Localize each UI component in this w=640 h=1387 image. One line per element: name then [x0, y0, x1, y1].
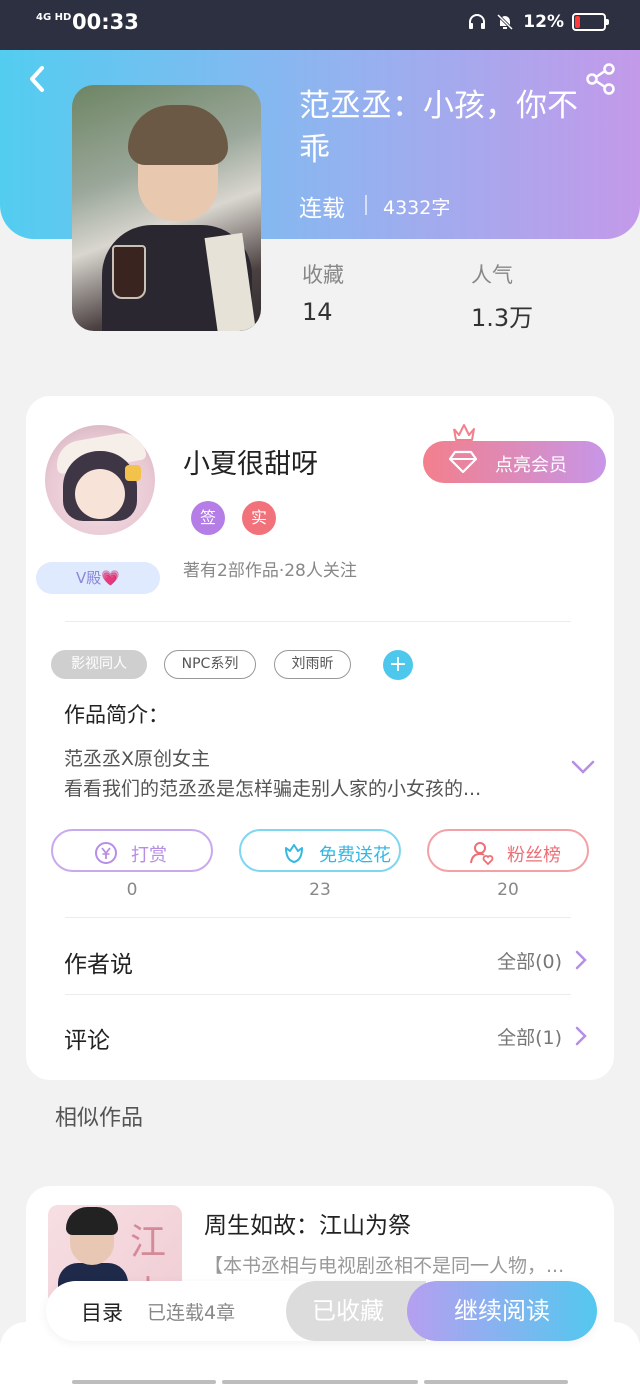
- status-bar: 4G HD 00:33 12%: [0, 0, 640, 50]
- crown-icon: [453, 424, 475, 441]
- nav-indicator: [424, 1380, 568, 1384]
- flower-icon: [285, 844, 303, 863]
- comments-title: 评论: [64, 1028, 110, 1054]
- book-title: 范丞丞：小孩，你不乖: [299, 88, 578, 168]
- free-flower-label: 免费送花: [319, 845, 391, 866]
- free-flower-button[interactable]: 免费送花: [239, 829, 401, 872]
- vip-button[interactable]: 点亮会员: [423, 441, 606, 483]
- chevron-down-icon[interactable]: [570, 758, 596, 776]
- word-count: 4332字: [383, 197, 451, 219]
- vip-button-label: 点亮会员: [495, 455, 567, 476]
- mute-bell-icon: [497, 13, 514, 31]
- continue-reading-button[interactable]: 继续阅读: [407, 1281, 597, 1341]
- fan-ranking-button[interactable]: 粉丝榜: [427, 829, 589, 872]
- similar-work-title[interactable]: 周生如故：江山为祭: [204, 1206, 411, 1240]
- divider: [65, 621, 571, 622]
- fan-count: 20: [497, 880, 519, 900]
- similar-work-desc: 【本书丞相与电视剧丞相不是同一人物，...: [204, 1255, 565, 1277]
- stat-value-popularity: 1.3万: [471, 304, 534, 332]
- diamond-icon: [449, 450, 477, 474]
- verified-badge: 实: [242, 501, 276, 535]
- chevron-right-icon: [575, 950, 587, 970]
- signed-badge: 签: [191, 501, 225, 535]
- collected-button[interactable]: 已收藏: [286, 1281, 426, 1341]
- divider: [65, 917, 571, 918]
- tag-chip[interactable]: 刘雨昕: [274, 650, 351, 679]
- battery-icon: [572, 13, 609, 31]
- intro-heading: 作品简介：: [64, 703, 169, 727]
- back-arrow-icon[interactable]: [20, 62, 54, 96]
- chevron-right-icon: [575, 1026, 587, 1046]
- divider: [65, 994, 571, 995]
- yen-icon: [95, 842, 117, 864]
- comments-all: 全部(1): [497, 1027, 562, 1049]
- author-avatar[interactable]: [45, 425, 155, 535]
- stat-label-popularity: 人气: [471, 263, 513, 287]
- book-status: 连载: [299, 196, 345, 222]
- intro-line: 范丞丞X原创女主: [64, 748, 211, 770]
- tip-button[interactable]: 打赏: [51, 829, 213, 872]
- author-notes-all: 全部(0): [497, 951, 562, 973]
- author-notes-row[interactable]: 作者说 全部(0): [26, 925, 614, 997]
- flower-count: 23: [309, 880, 331, 900]
- intro-line: 看看我们的范丞丞是怎样骗走别人家的小女孩的...: [64, 778, 482, 800]
- stat-value-favorites: 14: [302, 298, 333, 326]
- book-cover[interactable]: [72, 85, 261, 331]
- nav-indicator: [222, 1380, 418, 1384]
- add-tag-button[interactable]: +: [383, 650, 413, 680]
- author-meta: 著有2部作品·28人关注: [183, 561, 357, 581]
- fan-ranking-label: 粉丝榜: [507, 845, 561, 866]
- stat-label-favorites: 收藏: [302, 263, 344, 287]
- tip-label: 打赏: [131, 845, 167, 866]
- tag-chip[interactable]: NPC系列: [164, 650, 256, 679]
- toc-button[interactable]: 目录: [81, 1297, 123, 1327]
- network-indicator: 4G HD: [36, 12, 72, 23]
- status-icons: 12%: [467, 12, 609, 32]
- chapter-count: 已连载4章: [147, 1302, 236, 1324]
- nav-indicator: [72, 1380, 216, 1384]
- similar-works-heading: 相似作品: [55, 1106, 144, 1131]
- author-level-tag: V殿💗: [36, 562, 160, 594]
- battery-percent: 12%: [523, 12, 564, 32]
- tag-chip[interactable]: 影视同人: [51, 650, 147, 679]
- clock: 00:33: [72, 10, 139, 34]
- tip-count: 0: [126, 880, 138, 900]
- author-name[interactable]: 小夏很甜呀: [183, 442, 318, 481]
- user-heart-icon: [470, 842, 494, 866]
- author-notes-title: 作者说: [64, 952, 133, 978]
- headphones-icon: [469, 14, 486, 29]
- comments-row[interactable]: 评论 全部(1): [26, 1001, 614, 1073]
- share-icon[interactable]: [584, 62, 618, 96]
- divider: [365, 195, 367, 215]
